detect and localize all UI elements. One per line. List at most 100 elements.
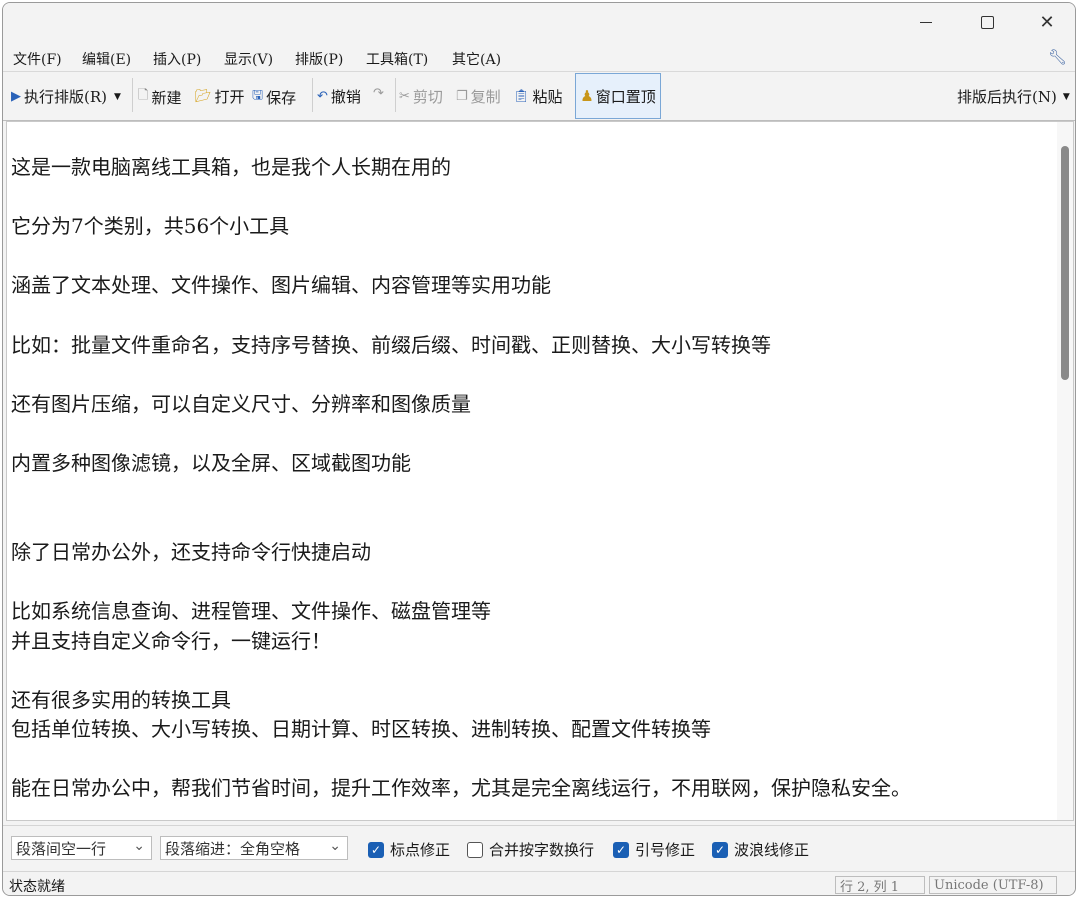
toolbar: ▶ 执行排版(R) ▼ 🗋︎ 新建 📂︎ 打开 🖫︎ 保存 ↶ 撤销 ↷ ✂ 剪… — [3, 72, 1075, 121]
menu-insert[interactable]: 插入(P) — [153, 49, 201, 69]
close-icon: ✕ — [1039, 11, 1055, 33]
menu-view[interactable]: 显示(V) — [224, 49, 273, 69]
menu-edit[interactable]: 编辑(E) — [82, 49, 131, 69]
cut-button[interactable]: ✂ 剪切 — [399, 86, 443, 107]
toolbar-separator — [132, 78, 133, 112]
punct-fix-label: 标点修正 — [390, 841, 451, 859]
tilde-fix-checkbox[interactable]: ✓ 波浪线修正 — [712, 839, 809, 860]
toolbar-separator — [395, 78, 396, 112]
editor-line[interactable]: 这是一款电脑离线工具箱，也是我个人长期在用的 — [11, 153, 1051, 183]
save-icon: 🖫︎ — [252, 88, 264, 103]
editor-content[interactable]: 这是一款电脑离线工具箱，也是我个人长期在用的 它分为7个类别，共56个小工具 涵… — [11, 153, 1051, 804]
minimize-icon — [920, 21, 932, 23]
scrollbar-thumb[interactable] — [1061, 146, 1069, 380]
editor-line[interactable] — [11, 183, 1051, 213]
checkbox-unchecked-icon[interactable] — [467, 841, 483, 858]
options-bar: 段落间空一行 ⌄ 段落缩进：全角空格 ⌄ ✓ 标点修正 合并按字数换行 ✓ 引号… — [3, 825, 1075, 871]
paste-icon: 📋︎ — [513, 89, 530, 104]
editor-line[interactable] — [11, 745, 1051, 775]
copy-label: 复制 — [470, 88, 501, 106]
new-label: 新建 — [151, 88, 182, 107]
editor-line[interactable] — [11, 508, 1051, 538]
editor-line[interactable]: 还有图片压缩，可以自定义尺寸、分辨率和图像质量 — [11, 390, 1051, 420]
paragraph-indent-select[interactable]: 段落缩进：全角空格 ⌄ — [160, 836, 348, 860]
merge-wrap-label: 合并按字数换行 — [489, 841, 595, 859]
checkbox-checked-icon[interactable]: ✓ — [613, 841, 629, 858]
editor-line[interactable]: 包括单位转换、大小写转换、日期计算、时区转换、进制转换、配置文件转换等 — [11, 715, 1051, 745]
editor-line[interactable]: 它分为7个类别，共56个小工具 — [11, 212, 1051, 242]
status-text: 状态就绪 — [9, 879, 65, 895]
menu-bar: 文件(F) 编辑(E) 插入(P) 显示(V) 排版(P) 工具箱(T) 其它(… — [3, 44, 1075, 72]
chevron-down-icon: ▼ — [1062, 91, 1070, 102]
after-format-label: 排版后执行(N) — [957, 88, 1057, 106]
editor-line[interactable] — [11, 419, 1051, 449]
open-button[interactable]: 📂︎ 打开 — [195, 86, 245, 107]
paragraph-indent-value: 段落缩进：全角空格 — [165, 839, 301, 858]
editor-line[interactable]: 还有很多实用的转换工具 — [11, 686, 1051, 716]
editor-line[interactable] — [11, 242, 1051, 272]
menu-toolbox[interactable]: 工具箱(T) — [366, 49, 428, 69]
new-file-icon: 🗋︎ — [138, 88, 149, 103]
paste-button[interactable]: 📋︎ 粘贴 — [513, 86, 563, 107]
editor-line[interactable] — [11, 360, 1051, 390]
run-format-label: 执行排版(R) — [24, 88, 107, 106]
editor-line[interactable]: 比如：批量文件重命名，支持序号替换、前缀后缀、时间戳、正则替换、大小写转换等 — [11, 331, 1051, 361]
editor-line[interactable] — [11, 479, 1051, 509]
wrench-icon[interactable]: 🔧︎ — [1048, 48, 1067, 66]
editor-line[interactable]: 并且支持自定义命令行，一键运行！ — [11, 627, 1051, 657]
folder-icon: 📂︎ — [195, 89, 212, 104]
save-button[interactable]: 🖫︎ 保存 — [252, 86, 296, 108]
checkbox-checked-icon[interactable]: ✓ — [368, 841, 384, 858]
cut-label: 剪切 — [412, 88, 443, 106]
text-editor[interactable]: 这是一款电脑离线工具箱，也是我个人长期在用的 它分为7个类别，共56个小工具 涵… — [6, 121, 1074, 821]
paste-label: 粘贴 — [532, 88, 563, 106]
cursor-position: 行 2, 列 1 — [835, 876, 925, 895]
undo-button[interactable]: ↶ 撤销 — [317, 86, 361, 107]
editor-line[interactable] — [11, 567, 1051, 597]
pin-window-button[interactable]: ♟ 窗口置顶 — [575, 73, 661, 119]
save-label: 保存 — [266, 88, 297, 107]
menu-format[interactable]: 排版(P) — [295, 49, 343, 69]
open-label: 打开 — [214, 88, 245, 106]
status-bar: 状态就绪 行 2, 列 1 Unicode (UTF-8) — [3, 871, 1075, 895]
close-button[interactable]: ✕ — [1017, 3, 1075, 41]
scissors-icon: ✂ — [399, 89, 410, 104]
play-icon: ▶ — [11, 89, 21, 104]
checkbox-checked-icon[interactable]: ✓ — [712, 841, 728, 858]
undo-label: 撤销 — [330, 88, 361, 106]
editor-line[interactable]: 比如系统信息查询、进程管理、文件操作、磁盘管理等 — [11, 597, 1051, 627]
editor-line[interactable] — [11, 301, 1051, 331]
pin-icon: ♟ — [580, 87, 594, 105]
copy-icon: ❐ — [456, 89, 468, 104]
vertical-scrollbar[interactable] — [1057, 122, 1073, 820]
run-format-button[interactable]: ▶ 执行排版(R) ▼ — [11, 86, 121, 107]
merge-wrap-checkbox[interactable]: 合并按字数换行 — [467, 839, 594, 860]
dropdown-arrow-icon[interactable]: ▼ — [114, 92, 121, 102]
editor-line[interactable]: 除了日常办公外，还支持命令行快捷启动 — [11, 538, 1051, 568]
editor-line[interactable]: 能在日常办公中，帮我们节省时间，提升工作效率，尤其是完全离线运行，不用联网，保护… — [11, 774, 1051, 804]
maximize-button[interactable] — [957, 3, 1017, 41]
menu-other[interactable]: 其它(A) — [452, 49, 501, 69]
quote-fix-checkbox[interactable]: ✓ 引号修正 — [613, 839, 695, 860]
encoding-indicator: Unicode (UTF-8) — [929, 876, 1057, 894]
editor-line[interactable]: 内置多种图像滤镜，以及全屏、区域截图功能 — [11, 449, 1051, 479]
editor-line[interactable]: 涵盖了文本处理、文件操作、图片编辑、内容管理等实用功能 — [11, 271, 1051, 301]
chevron-down-icon: ⌄ — [133, 838, 145, 854]
tilde-fix-label: 波浪线修正 — [734, 841, 810, 859]
redo-icon: ↷ — [373, 86, 384, 101]
title-bar: ✕ — [3, 3, 1075, 43]
copy-button[interactable]: ❐ 复制 — [456, 86, 501, 107]
editor-line[interactable] — [11, 656, 1051, 686]
toolbar-separator — [312, 78, 313, 112]
undo-icon: ↶ — [317, 89, 328, 104]
menu-file[interactable]: 文件(F) — [13, 49, 62, 69]
after-format-dropdown[interactable]: 排版后执行(N) ▼ — [957, 86, 1070, 107]
maximize-icon — [980, 15, 994, 29]
new-button[interactable]: 🗋︎ 新建 — [138, 86, 181, 108]
quote-fix-label: 引号修正 — [635, 841, 696, 859]
paragraph-spacing-select[interactable]: 段落间空一行 ⌄ — [11, 836, 152, 860]
redo-button[interactable]: ↷ — [373, 86, 384, 101]
punct-fix-checkbox[interactable]: ✓ 标点修正 — [368, 839, 450, 860]
app-window: ✕ 文件(F) 编辑(E) 插入(P) 显示(V) 排版(P) 工具箱(T) 其… — [2, 2, 1076, 896]
minimize-button[interactable] — [896, 3, 956, 41]
